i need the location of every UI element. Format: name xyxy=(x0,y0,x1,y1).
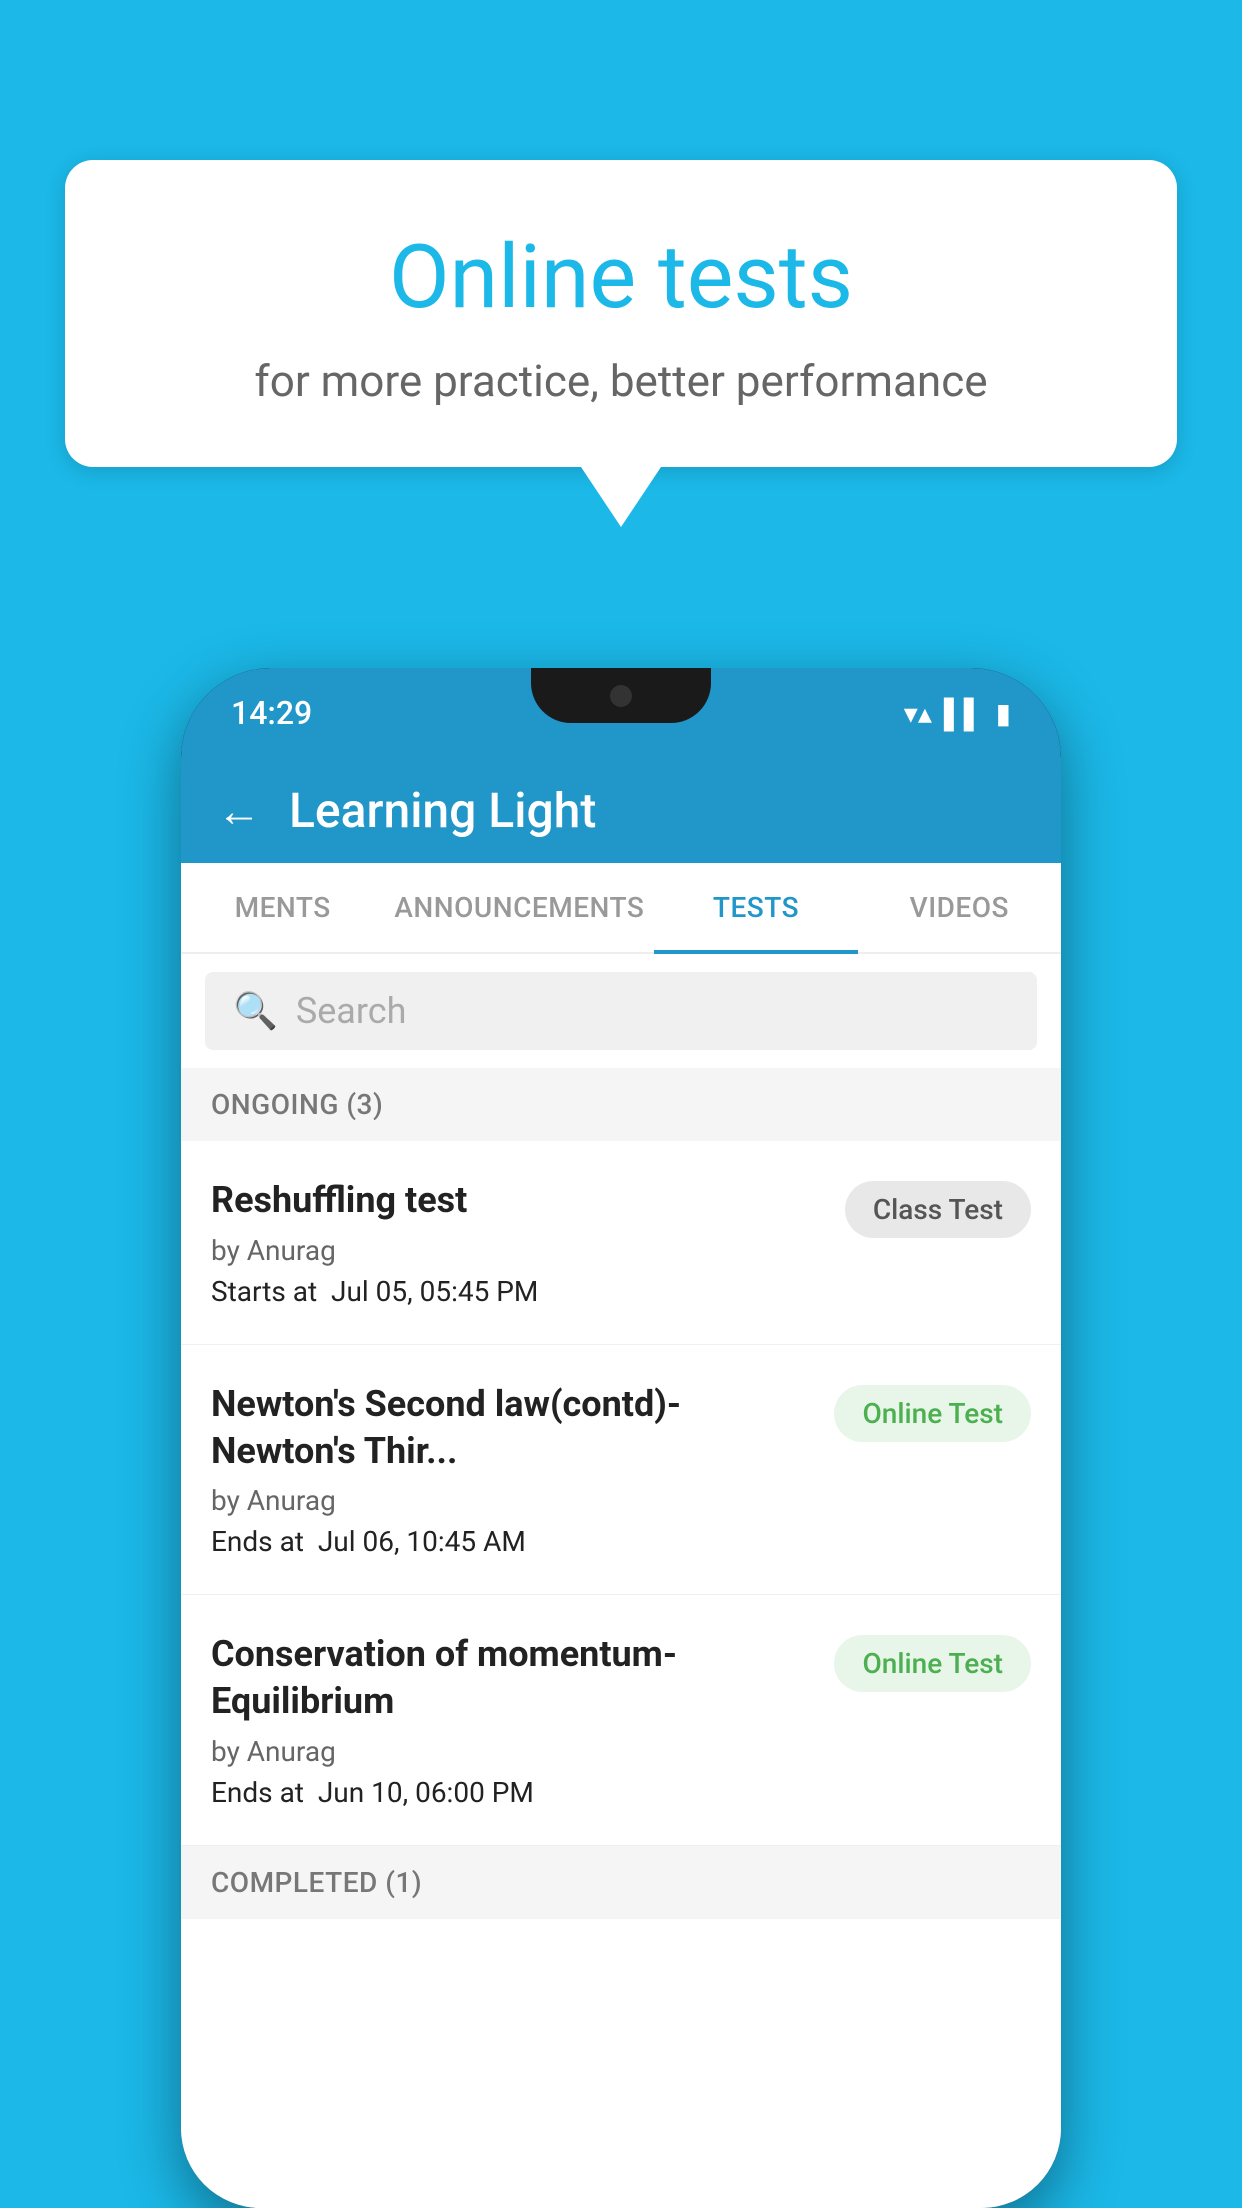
tab-videos[interactable]: VIDEOS xyxy=(858,863,1061,952)
tab-tests[interactable]: TESTS xyxy=(654,863,857,952)
search-bar-container: 🔍 Search xyxy=(181,954,1061,1068)
app-title: Learning Light xyxy=(289,782,596,839)
tab-announcements[interactable]: ANNOUNCEMENTS xyxy=(384,863,654,952)
test-name-1: Reshuffling test xyxy=(211,1177,825,1224)
test-time-2: Ends at Jul 06, 10:45 AM xyxy=(211,1525,814,1558)
ongoing-section-header: ONGOING (3) xyxy=(181,1068,1061,1141)
status-time: 14:29 xyxy=(231,694,312,732)
status-bar: 14:29 ▾▴ ▌▌ ▮ xyxy=(181,668,1061,758)
app-header: ← Learning Light xyxy=(181,758,1061,863)
test-badge-1: Class Test xyxy=(845,1181,1031,1238)
content-area: 🔍 Search ONGOING (3) Reshuffling test by… xyxy=(181,954,1061,2208)
search-input[interactable]: Search xyxy=(296,990,407,1032)
test-badge-2: Online Test xyxy=(834,1385,1031,1442)
tabs-bar: MENTS ANNOUNCEMENTS TESTS VIDEOS xyxy=(181,863,1061,954)
test-time-value-2: Jul 06, 10:45 AM xyxy=(318,1525,526,1558)
test-time-label-3: Ends at xyxy=(211,1776,304,1809)
test-info-3: Conservation of momentum-Equilibrium by … xyxy=(211,1631,834,1809)
test-info-1: Reshuffling test by Anurag Starts at Jul… xyxy=(211,1177,845,1308)
phone-frame: 14:29 ▾▴ ▌▌ ▮ ← Learning Light MENTS ANN… xyxy=(181,668,1061,2208)
search-bar[interactable]: 🔍 Search xyxy=(205,972,1037,1050)
test-time-3: Ends at Jun 10, 06:00 PM xyxy=(211,1776,814,1809)
bubble-title: Online tests xyxy=(145,230,1097,327)
test-name-2: Newton's Second law(contd)-Newton's Thir… xyxy=(211,1381,814,1475)
test-list: Reshuffling test by Anurag Starts at Jul… xyxy=(181,1141,1061,2208)
signal-icon: ▌▌ xyxy=(944,697,984,730)
camera xyxy=(610,685,632,707)
test-badge-3: Online Test xyxy=(834,1635,1031,1692)
test-info-2: Newton's Second law(contd)-Newton's Thir… xyxy=(211,1381,834,1559)
phone-notch xyxy=(531,668,711,723)
test-time-value-1: Jul 05, 05:45 PM xyxy=(331,1275,538,1308)
test-time-label-2: Ends at xyxy=(211,1525,304,1558)
test-time-label-1: Starts at xyxy=(211,1275,317,1308)
test-item-3[interactable]: Conservation of momentum-Equilibrium by … xyxy=(181,1595,1061,1846)
test-time-value-3: Jun 10, 06:00 PM xyxy=(318,1776,534,1809)
test-item-2[interactable]: Newton's Second law(contd)-Newton's Thir… xyxy=(181,1345,1061,1596)
completed-section-header: COMPLETED (1) xyxy=(181,1846,1061,1919)
status-icons: ▾▴ ▌▌ ▮ xyxy=(904,697,1011,730)
test-author-2: by Anurag xyxy=(211,1484,814,1517)
back-button[interactable]: ← xyxy=(217,785,261,837)
test-name-3: Conservation of momentum-Equilibrium xyxy=(211,1631,814,1725)
speech-bubble-container: Online tests for more practice, better p… xyxy=(65,160,1177,527)
test-item-1[interactable]: Reshuffling test by Anurag Starts at Jul… xyxy=(181,1141,1061,1345)
tab-ments[interactable]: MENTS xyxy=(181,863,384,952)
bubble-arrow xyxy=(581,467,661,527)
search-icon: 🔍 xyxy=(233,990,278,1032)
test-author-1: by Anurag xyxy=(211,1234,825,1267)
speech-bubble: Online tests for more practice, better p… xyxy=(65,160,1177,467)
bubble-subtitle: for more practice, better performance xyxy=(145,355,1097,407)
test-author-3: by Anurag xyxy=(211,1735,814,1768)
test-time-1: Starts at Jul 05, 05:45 PM xyxy=(211,1275,825,1308)
battery-icon: ▮ xyxy=(996,697,1011,730)
wifi-icon: ▾▴ xyxy=(904,697,932,730)
